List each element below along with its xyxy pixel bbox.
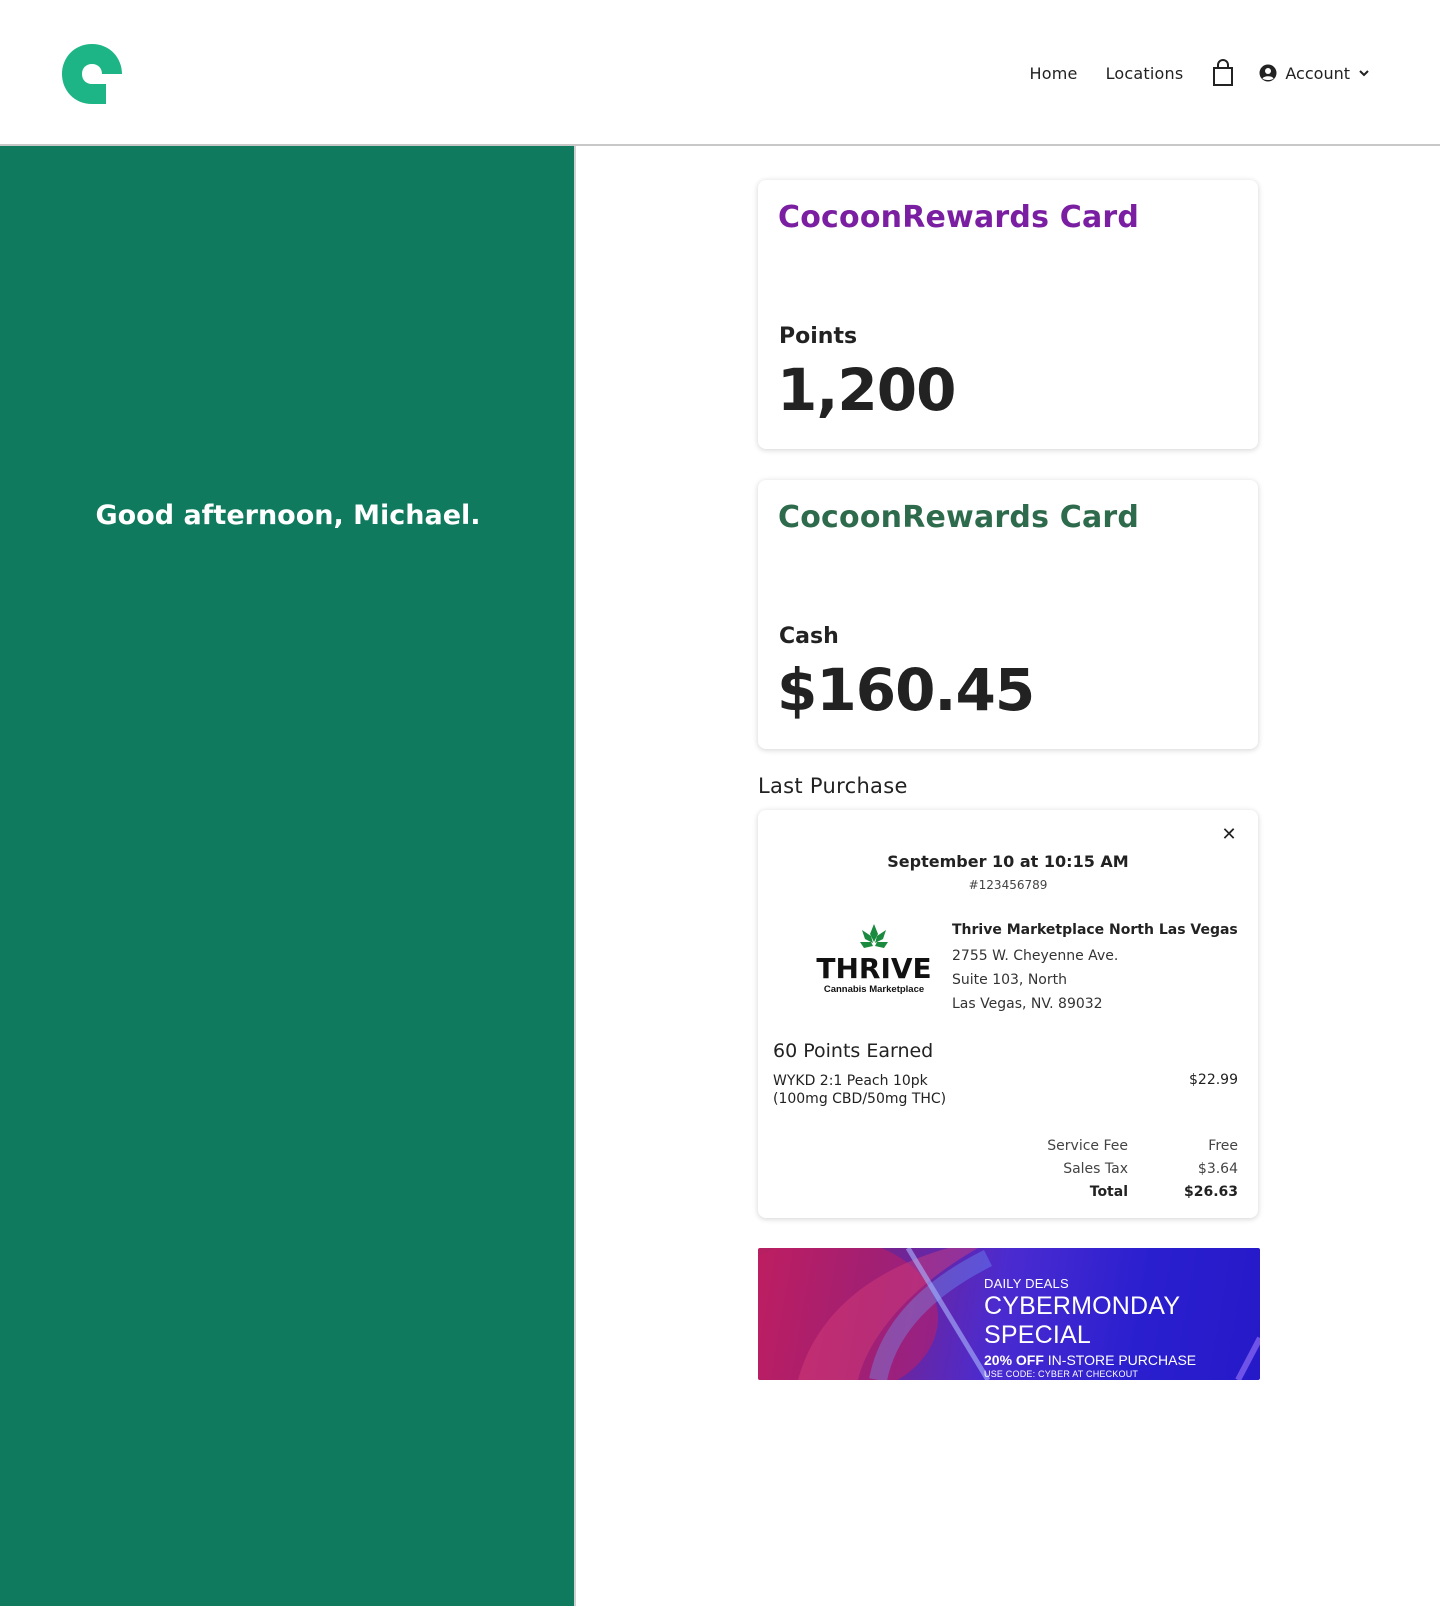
cocoon-logo[interactable] xyxy=(58,40,126,108)
daily-deals-promo-banner[interactable]: DAILY DEALS CYBERMONDAY SPECIAL 20% OFF … xyxy=(758,1248,1260,1380)
promo-code: USE CODE: CYBER AT CHECKOUT xyxy=(984,1369,1139,1379)
purchase-date: September 10 at 10:15 AM xyxy=(887,852,1129,871)
nav-home-link[interactable]: Home xyxy=(1030,64,1078,83)
thrive-logo: THRIVE Cannabis Marketplace xyxy=(816,924,932,995)
greeting-panel: Good afternoon, Michael. xyxy=(0,146,576,1606)
card-title: CocoonRewards Card xyxy=(778,200,1140,235)
order-summary: Service Fee Free Sales Tax $3.64 Total $… xyxy=(1018,1135,1238,1204)
summary-row-total: Total $26.63 xyxy=(1089,1184,1238,1200)
rewards-content: CocoonRewards Card Points 1,200 CocoonRe… xyxy=(758,180,1260,1380)
chevron-down-icon xyxy=(1359,70,1369,77)
last-purchase-card: ✕ September 10 at 10:15 AM #123456789 TH… xyxy=(758,810,1258,1218)
nav-locations-link[interactable]: Locations xyxy=(1106,64,1184,83)
points-label: Points xyxy=(779,324,858,349)
shopping-bag-icon[interactable] xyxy=(1211,59,1235,87)
last-purchase-heading: Last Purchase xyxy=(758,774,908,798)
store-address-line: Suite 103, North xyxy=(952,972,1067,988)
points-value: 1,200 xyxy=(777,356,956,424)
account-label: Account xyxy=(1285,63,1350,83)
main-nav: Home Locations Account xyxy=(1030,56,1370,90)
card-title: CocoonRewards Card xyxy=(778,500,1140,535)
cash-label: Cash xyxy=(779,624,839,649)
promo-text: DAILY DEALS CYBERMONDAY SPECIAL 20% OFF … xyxy=(984,1276,1260,1379)
item-price: $22.99 xyxy=(1189,1072,1238,1088)
points-earned: 60 Points Earned xyxy=(773,1040,934,1062)
promo-offer: 20% OFF IN-STORE PURCHASE xyxy=(984,1352,1197,1368)
store-address-line: 2755 W. Cheyenne Ave. xyxy=(952,948,1119,964)
store-info: Thrive Marketplace North Las Vegas 2755 … xyxy=(952,922,1238,1016)
cash-value: $160.45 xyxy=(777,656,1035,724)
order-number: #123456789 xyxy=(968,878,1048,892)
account-menu-button[interactable]: Account xyxy=(1259,64,1370,83)
summary-row-service-fee: Service Fee Free xyxy=(1047,1138,1238,1154)
item-name: WYKD 2:1 Peach 10pk (100mg CBD/50mg THC) xyxy=(773,1073,947,1107)
summary-row-sales-tax: Sales Tax $3.64 xyxy=(1063,1161,1238,1177)
promo-headline: CYBERMONDAY SPECIAL xyxy=(984,1292,1180,1349)
top-header: Home Locations Account xyxy=(0,0,1440,146)
svg-text:Cannabis Marketplace: Cannabis Marketplace xyxy=(824,984,924,995)
greeting-text: Good afternoon, Michael. xyxy=(95,500,481,531)
store-name: Thrive Marketplace North Las Vegas xyxy=(952,922,1238,938)
store-address-line: Las Vegas, NV. 89032 xyxy=(952,996,1103,1012)
close-icon[interactable]: ✕ xyxy=(1220,826,1238,844)
rewards-cash-card: CocoonRewards Card Cash $160.45 xyxy=(758,480,1258,749)
user-circle-icon xyxy=(1259,64,1277,82)
promo-eyebrow: DAILY DEALS xyxy=(984,1276,1069,1291)
rewards-points-card: CocoonRewards Card Points 1,200 xyxy=(758,180,1258,449)
svg-text:THRIVE: THRIVE xyxy=(816,952,931,985)
